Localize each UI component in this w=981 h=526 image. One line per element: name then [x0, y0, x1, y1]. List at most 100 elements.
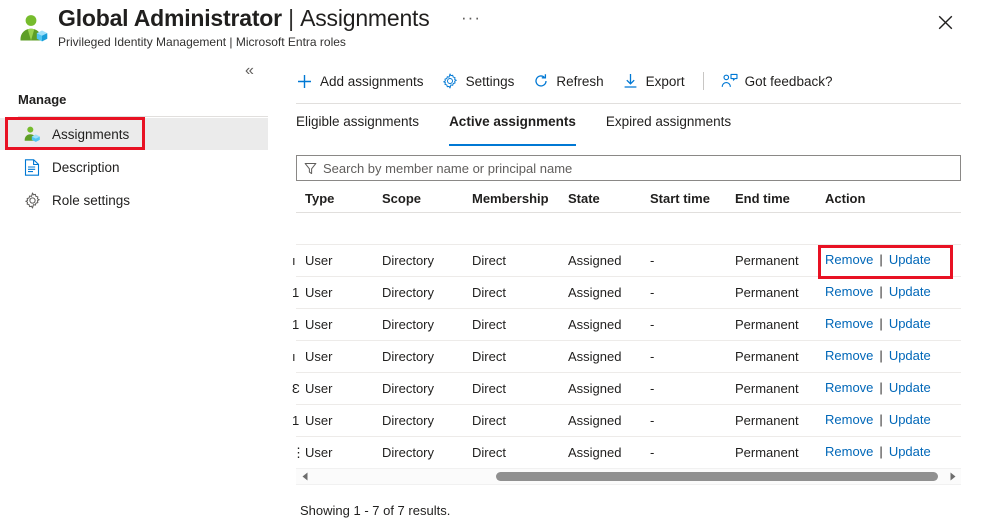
scrollbar-track[interactable]	[313, 468, 944, 485]
action-separator: |	[879, 284, 882, 299]
cell-state: Assigned	[568, 285, 621, 300]
cell-type: User	[305, 445, 332, 460]
column-header-action[interactable]: Action	[825, 191, 865, 206]
action-separator: |	[879, 412, 882, 427]
download-icon	[622, 73, 639, 90]
sidebar-item-role-settings[interactable]: Role settings	[0, 184, 268, 216]
horizontal-scrollbar[interactable]	[296, 468, 961, 485]
gear-icon	[442, 73, 459, 90]
sidebar-item-assignments[interactable]: Assignments	[0, 118, 268, 150]
toolbar-divider	[703, 72, 704, 90]
remove-link[interactable]: Remove	[825, 284, 873, 299]
user-role-icon	[16, 12, 50, 46]
remove-link[interactable]: Remove	[825, 316, 873, 331]
remove-link[interactable]: Remove	[825, 412, 873, 427]
cell-state: Assigned	[568, 317, 621, 332]
update-link[interactable]: Update	[889, 380, 931, 395]
table-spacer-row	[296, 213, 961, 245]
cell-membership: Direct	[472, 381, 506, 396]
cell-action: Remove | Update	[825, 284, 931, 299]
cell-end-time: Permanent	[735, 349, 799, 364]
description-icon	[22, 157, 42, 177]
action-separator: |	[879, 348, 882, 363]
collapse-sidebar-button[interactable]: «	[245, 63, 254, 79]
tab-expired-assignments[interactable]: Expired assignments	[606, 114, 731, 146]
page-title-main: Global Administrator	[58, 5, 282, 31]
close-button[interactable]	[931, 8, 961, 38]
cell-membership: Direct	[472, 349, 506, 364]
export-button[interactable]: Export	[622, 66, 685, 96]
column-header-membership[interactable]: Membership	[472, 191, 549, 206]
cell-action: Remove | Update	[825, 348, 931, 363]
column-header-end-time[interactable]: End time	[735, 191, 790, 206]
action-separator: |	[879, 252, 882, 267]
update-link[interactable]: Update	[889, 316, 931, 331]
cell-clipped: ı	[292, 253, 296, 268]
search-box[interactable]	[296, 155, 961, 181]
cell-action: Remove | Update	[825, 252, 931, 267]
export-label: Export	[646, 74, 685, 89]
table-row[interactable]: 1UserDirectoryDirectAssigned-PermanentRe…	[296, 309, 961, 341]
cell-action: Remove | Update	[825, 444, 931, 459]
cell-state: Assigned	[568, 253, 621, 268]
cell-scope: Directory	[382, 253, 434, 268]
table-row[interactable]: 1UserDirectoryDirectAssigned-PermanentRe…	[296, 405, 961, 437]
cell-start-time: -	[650, 285, 654, 300]
table-row[interactable]: ƐUserDirectoryDirectAssigned-PermanentRe…	[296, 373, 961, 405]
cell-scope: Directory	[382, 349, 434, 364]
search-input[interactable]	[323, 156, 960, 180]
got-feedback-button[interactable]: Got feedback?	[721, 66, 833, 96]
scroll-left-arrow-icon[interactable]	[296, 468, 313, 485]
results-count-text: Showing 1 - 7 of 7 results.	[300, 503, 450, 518]
tab-eligible-assignments[interactable]: Eligible assignments	[296, 114, 419, 146]
sidebar-item-label: Description	[52, 160, 120, 175]
cell-state: Assigned	[568, 413, 621, 428]
refresh-button[interactable]: Refresh	[532, 66, 603, 96]
remove-link[interactable]: Remove	[825, 380, 873, 395]
got-feedback-label: Got feedback?	[745, 74, 833, 89]
column-header-scope[interactable]: Scope	[382, 191, 421, 206]
sidebar-divider	[18, 116, 268, 117]
remove-link[interactable]: Remove	[825, 348, 873, 363]
update-link[interactable]: Update	[889, 284, 931, 299]
cell-end-time: Permanent	[735, 413, 799, 428]
update-link[interactable]: Update	[889, 412, 931, 427]
remove-link[interactable]: Remove	[825, 252, 873, 267]
page-title-section: Assignments	[300, 5, 429, 31]
assignments-table: Type Scope Membership State Start time E…	[296, 188, 961, 469]
update-link[interactable]: Update	[889, 252, 931, 267]
cell-state: Assigned	[568, 349, 621, 364]
cell-start-time: -	[650, 253, 654, 268]
action-separator: |	[879, 316, 882, 331]
cell-end-time: Permanent	[735, 381, 799, 396]
feedback-person-icon	[721, 73, 738, 90]
sidebar-item-description[interactable]: Description	[0, 151, 268, 183]
cell-end-time: Permanent	[735, 445, 799, 460]
table-row[interactable]: ıUserDirectoryDirectAssigned-PermanentRe…	[296, 245, 961, 277]
column-header-type[interactable]: Type	[305, 191, 334, 206]
update-link[interactable]: Update	[889, 444, 931, 459]
remove-link[interactable]: Remove	[825, 444, 873, 459]
page-subtitle: Privileged Identity Management | Microso…	[58, 35, 346, 49]
update-link[interactable]: Update	[889, 348, 931, 363]
more-options-icon[interactable]: ···	[461, 11, 481, 25]
cell-type: User	[305, 349, 332, 364]
table-row[interactable]: 1UserDirectoryDirectAssigned-PermanentRe…	[296, 277, 961, 309]
action-separator: |	[879, 444, 882, 459]
table-row[interactable]: ıUserDirectoryDirectAssigned-PermanentRe…	[296, 341, 961, 373]
column-header-start-time[interactable]: Start time	[650, 191, 710, 206]
table-row[interactable]: ⋮UserDirectoryDirectAssigned-PermanentRe…	[296, 437, 961, 469]
settings-button[interactable]: Settings	[442, 66, 515, 96]
scrollbar-thumb[interactable]	[496, 472, 938, 481]
cell-scope: Directory	[382, 381, 434, 396]
table-header-row: Type Scope Membership State Start time E…	[296, 188, 961, 213]
close-icon	[938, 15, 953, 30]
scroll-right-arrow-icon[interactable]	[944, 468, 961, 485]
refresh-label: Refresh	[556, 74, 603, 89]
cell-type: User	[305, 381, 332, 396]
cell-scope: Directory	[382, 445, 434, 460]
add-assignments-button[interactable]: Add assignments	[296, 66, 424, 96]
column-header-state[interactable]: State	[568, 191, 600, 206]
cell-end-time: Permanent	[735, 317, 799, 332]
tab-active-assignments[interactable]: Active assignments	[449, 114, 576, 146]
